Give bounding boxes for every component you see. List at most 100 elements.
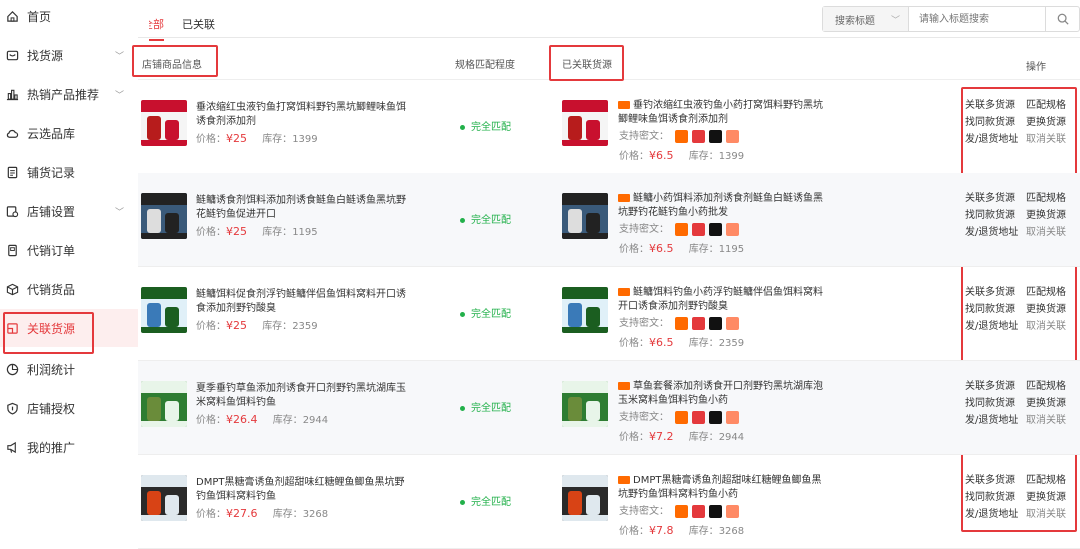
sidebar-item-find-source[interactable]: 找货源 ﹀ [0,36,138,74]
shop-product-title[interactable]: 垂浓缩红虫液钓鱼打窝饵料野钓黑坑鲫鲤味鱼饵诱食剂添加剂 [196,101,406,129]
sidebar-item-shop-auth[interactable]: 店铺授权 [0,389,138,427]
sidebar-item-home[interactable]: 首页 [0,0,138,35]
search-button[interactable] [1045,7,1079,31]
chevron-down-icon[interactable]: ﹀ [115,205,124,218]
source-product-title[interactable]: DMPT黑糖膏诱鱼剂超甜味红糖鲤鱼鲫鱼黑坑野钓鱼饵料窝料钓鱼小药 [618,474,830,502]
unlink-button[interactable]: 取消关联 [1026,318,1066,335]
row-actions: 关联多货源 匹配规格 找同款货源 更换货源 发/退货地址 取消关联 [965,97,1075,157]
cipher-support: 支持密文： [619,220,743,236]
ship-return-address-button[interactable]: 发/退货地址 [965,318,1018,335]
ship-return-address-button[interactable]: 发/退货地址 [965,224,1018,241]
1688-icon [618,382,630,390]
sidebar-item-shop-settings[interactable]: 店铺设置 ﹀ [0,192,138,230]
shop-product-title[interactable]: 夏季垂钓草鱼添加剂诱食开口剂野钓黑坑湖库玉米窝料鱼饵料钓鱼 [196,382,406,410]
change-source-button[interactable]: 更换货源 [1026,301,1066,318]
source-product-title[interactable]: 鲢鳙小药饵料添加剂诱食剂鲢鱼白鲢诱鱼黑坑野钓花鲢钓鱼小药批发 [618,192,830,220]
col-match-degree: 规格匹配程度 [455,60,515,71]
unlink-button[interactable]: 取消关联 [1026,224,1066,241]
sidebar-item-my-promotion[interactable]: 我的推广 [0,428,138,466]
tab-linked[interactable]: 已关联 [182,16,215,32]
douyin-icon [709,504,723,518]
taobao-icon [675,222,689,236]
ship-return-address-button[interactable]: 发/退货地址 [965,412,1018,429]
product-thumbnail[interactable] [141,475,187,521]
link-more-source-button[interactable]: 关联多货源 [965,378,1015,395]
link-more-source-button[interactable]: 关联多货源 [965,190,1015,207]
product-thumbnail[interactable] [562,193,608,239]
chevron-down-icon[interactable]: ﹀ [115,49,124,62]
change-source-button[interactable]: 更换货源 [1026,395,1066,412]
box-icon [5,48,19,62]
pie-chart-icon [5,362,19,376]
product-thumbnail[interactable] [562,475,608,521]
support-label: 支持密文： [619,318,669,329]
sidebar-item-consign-orders[interactable]: 代销订单 [0,231,138,269]
source-price: ¥7.8 [649,524,674,537]
sidebar-item-hot-products[interactable]: 热销产品推荐 ﹀ [0,75,138,113]
row-actions: 关联多货源 匹配规格 找同款货源 更换货源 发/退货地址 取消关联 [965,190,1075,250]
source-title-text: 垂钓浓缩红虫液钓鱼小药打窝饵料野钓黑坑鲫鲤味鱼饵诱食剂添加剂 [618,100,823,125]
link-more-source-button[interactable]: 关联多货源 [965,97,1015,114]
link-more-source-button[interactable]: 关联多货源 [965,284,1015,301]
find-same-source-button[interactable]: 找同款货源 [965,395,1015,412]
match-spec-button[interactable]: 匹配规格 [1026,190,1066,207]
tab-bar: 全部 已关联 搜索标题 ﹀ [138,6,1080,41]
stock-label: 库存： [688,338,719,349]
find-same-source-button[interactable]: 找同款货源 [965,301,1015,318]
shop-stock: 1399 [292,134,318,145]
change-source-button[interactable]: 更换货源 [1026,114,1066,131]
support-label: 支持密文： [619,412,669,423]
price-label: 价格： [196,415,226,426]
search-input[interactable] [909,7,1045,31]
source-product-title[interactable]: 草鱼套餐添加剂诱食开口剂野钓黑坑湖库泡玉米窝料鱼饵料钓鱼小药 [618,380,830,408]
search-type-select[interactable]: 搜索标题 ﹀ [823,7,909,31]
source-product-title[interactable]: 垂钓浓缩红虫液钓鱼小药打窝饵料野钓黑坑鲫鲤味鱼饵诱食剂添加剂 [618,99,830,127]
shop-product-title[interactable]: 鲢鳙饵料促食剂浮钓鲢鳙伴侣鱼饵料窝料开口诱食添加剂野钓酸臭 [196,288,406,316]
product-thumbnail[interactable] [141,193,187,239]
ship-return-address-button[interactable]: 发/退货地址 [965,131,1018,148]
unlink-button[interactable]: 取消关联 [1026,131,1066,148]
unlink-button[interactable]: 取消关联 [1026,412,1066,429]
shop-product-title[interactable]: DMPT黑糖膏诱鱼剂超甜味红糖鲤鱼鲫鱼黑坑野钓鱼饵料窝料钓鱼 [196,476,406,504]
find-same-source-button[interactable]: 找同款货源 [965,207,1015,224]
price-label: 价格： [619,244,649,255]
match-spec-button[interactable]: 匹配规格 [1026,378,1066,395]
shop-product-title[interactable]: 鲢鳙诱食剂饵料添加剂诱食鲢鱼白鲢诱鱼黑坑野花鲢钓鱼促进开口 [196,194,406,222]
sidebar-item-profit-stats[interactable]: 利润统计 [0,350,138,388]
shop-price: ¥25 [226,225,247,238]
find-same-source-button[interactable]: 找同款货源 [965,489,1015,506]
highlight-shop-col [132,45,218,77]
sidebar-item-listing-records[interactable]: 铺货记录 [0,153,138,191]
ship-return-address-button[interactable]: 发/退货地址 [965,506,1018,523]
change-source-button[interactable]: 更换货源 [1026,207,1066,224]
douyin-icon [709,410,723,424]
product-thumbnail[interactable] [141,287,187,333]
sidebar-item-linked-source[interactable]: 关联货源 [0,309,138,354]
chevron-down-icon[interactable]: ﹀ [115,88,124,101]
match-spec-button[interactable]: 匹配规格 [1026,97,1066,114]
sidebar-item-consign-goods[interactable]: 代销货品 [0,270,138,308]
product-thumbnail[interactable] [562,381,608,427]
shop-product-meta: 价格：¥27.6 库存：3268 [196,505,328,520]
product-thumbnail[interactable] [141,381,187,427]
kuaishou-icon [726,222,740,236]
match-spec-button[interactable]: 匹配规格 [1026,284,1066,301]
stock-label: 库存： [262,321,293,332]
product-thumbnail[interactable] [562,287,608,333]
change-source-button[interactable]: 更换货源 [1026,489,1066,506]
product-thumbnail[interactable] [562,100,608,146]
find-same-source-button[interactable]: 找同款货源 [965,114,1015,131]
source-product-title[interactable]: 鲢鳙饵料钓鱼小药浮钓鲢鳙伴侣鱼饵料窝料开口诱食添加剂野钓酸臭 [618,286,830,314]
tab-all[interactable]: 全部 [149,16,164,41]
shop-stock: 3268 [302,509,329,520]
taobao-icon [675,410,689,424]
shop-settings-icon [5,204,19,218]
unlink-button[interactable]: 取消关联 [1026,506,1066,523]
product-thumbnail[interactable] [141,100,187,146]
source-price: ¥6.5 [649,242,674,255]
source-product-meta: 价格：¥7.8 库存：3268 [619,522,744,537]
pdd-icon [692,222,706,236]
link-more-source-button[interactable]: 关联多货源 [965,472,1015,489]
sidebar-item-cloud-library[interactable]: 云选品库 [0,114,138,152]
match-spec-button[interactable]: 匹配规格 [1026,472,1066,489]
